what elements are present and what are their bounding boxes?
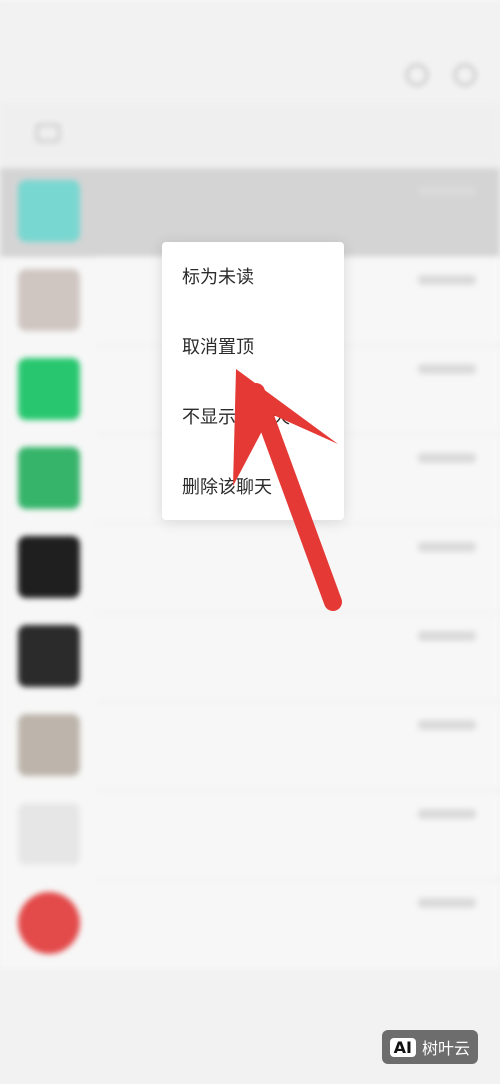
chat-time — [418, 631, 476, 641]
chat-time — [418, 720, 476, 730]
chat-context-menu: 标为未读 取消置顶 不显示该聊天 删除该聊天 — [162, 242, 344, 520]
plus-icon[interactable] — [454, 64, 476, 86]
desktop-icon — [36, 124, 60, 142]
chat-row[interactable] — [0, 613, 500, 702]
chat-row[interactable] — [0, 524, 500, 613]
search-icon[interactable] — [406, 64, 428, 86]
chat-time — [418, 809, 476, 819]
chat-time — [418, 453, 476, 463]
chat-time — [418, 898, 476, 908]
watermark-ai-badge: AI — [389, 1037, 416, 1057]
chat-row[interactable] — [0, 702, 500, 791]
header — [0, 40, 500, 100]
avatar — [18, 714, 80, 776]
chat-time — [418, 364, 476, 374]
hide-chat-menu-item[interactable]: 不显示该聊天 — [182, 396, 332, 440]
chat-row[interactable] — [0, 880, 500, 969]
chat-time — [418, 275, 476, 285]
windows-login-banner[interactable] — [0, 104, 500, 164]
avatar — [18, 269, 80, 331]
watermark: AI 树叶云 — [381, 1030, 478, 1064]
avatar — [18, 803, 80, 865]
avatar — [18, 892, 80, 954]
status-bar — [0, 0, 500, 40]
unpin-chat-menu-item[interactable]: 取消置顶 — [182, 326, 332, 370]
watermark-text: 树叶云 — [421, 1039, 470, 1058]
avatar — [18, 447, 80, 509]
chat-time — [418, 542, 476, 552]
chat-row[interactable] — [0, 791, 500, 880]
avatar — [18, 180, 80, 242]
avatar — [18, 358, 80, 420]
avatar — [18, 625, 80, 687]
delete-chat-menu-item[interactable]: 删除该聊天 — [182, 466, 332, 510]
mark-unread-menu-item[interactable]: 标为未读 — [182, 256, 332, 300]
avatar — [18, 536, 80, 598]
chat-time — [418, 186, 476, 196]
